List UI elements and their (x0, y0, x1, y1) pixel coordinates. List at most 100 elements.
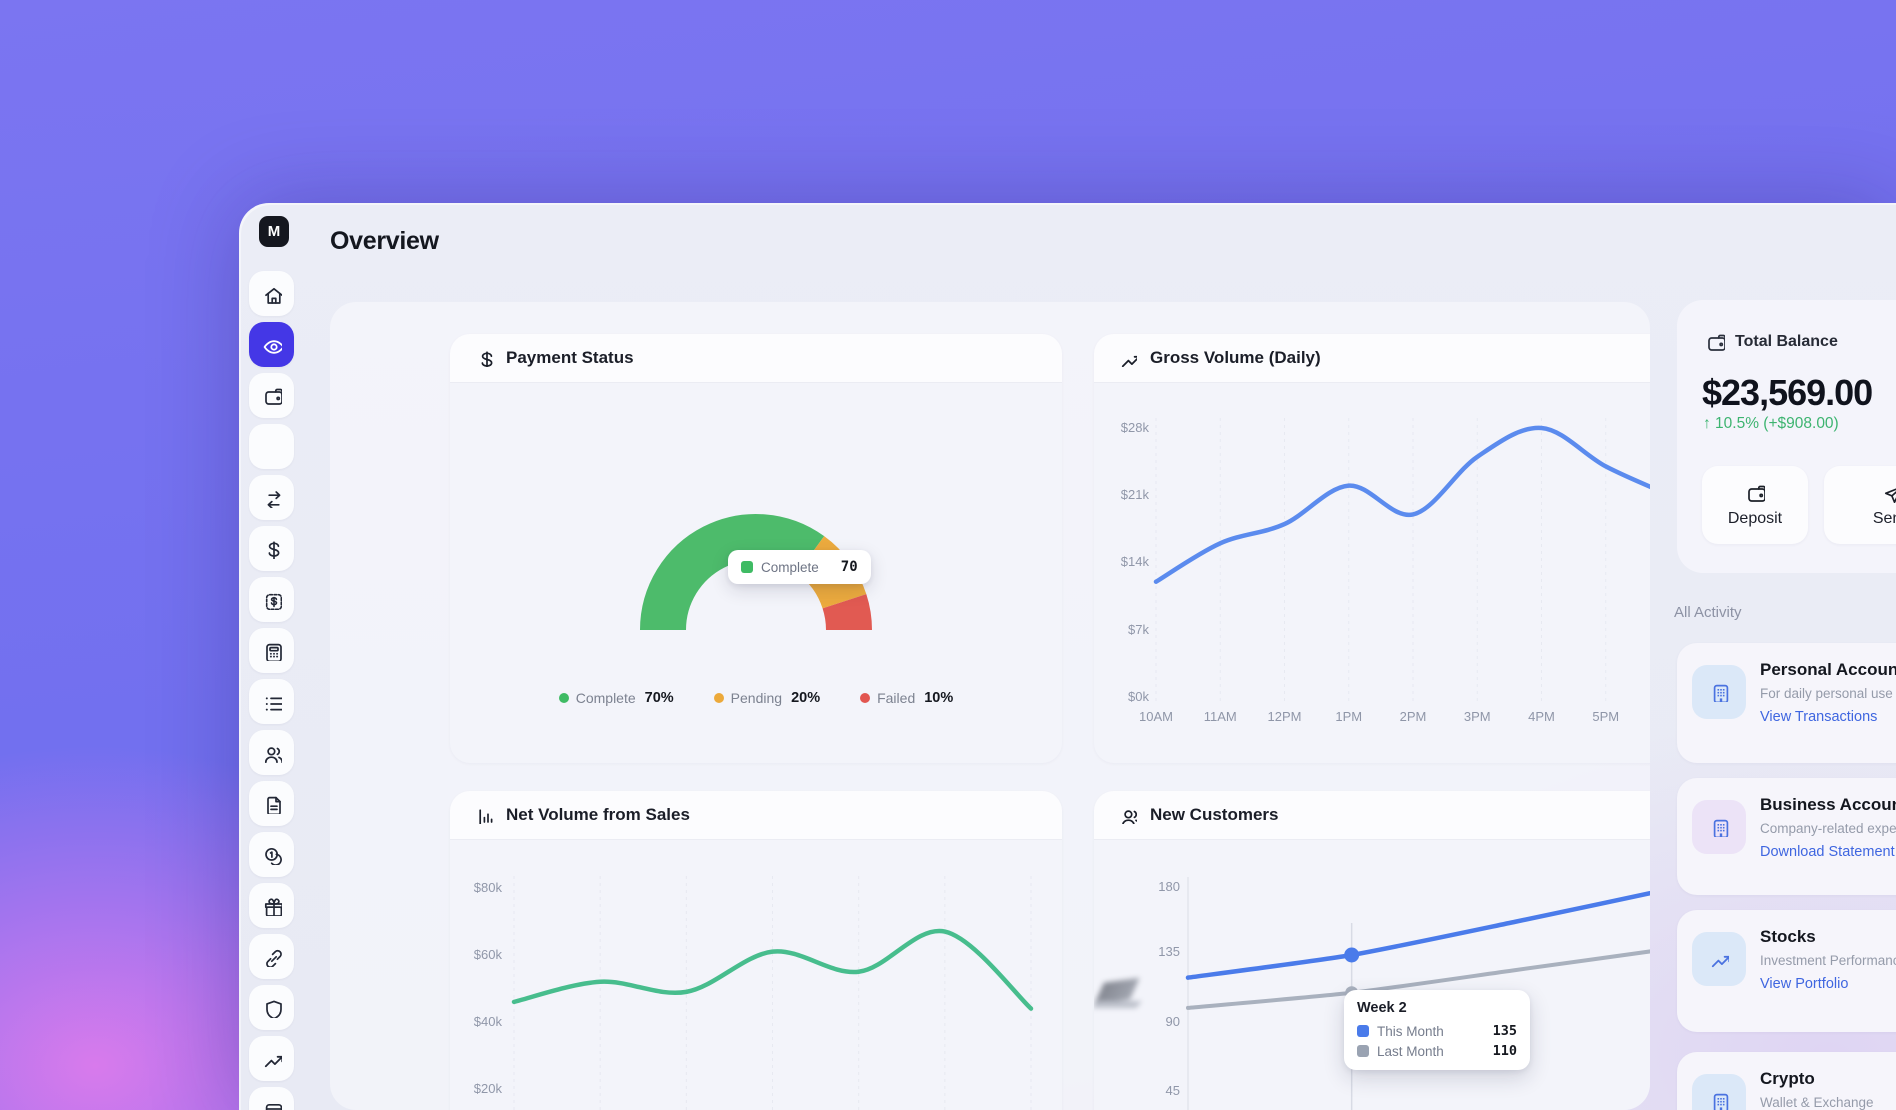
legend-label: Pending (731, 690, 782, 706)
sidebar-item-coins[interactable] (249, 832, 294, 877)
all-activity-heading: All Activity (1674, 604, 1742, 621)
net-volume-line-chart[interactable] (450, 839, 1062, 1110)
dollar-icon (262, 539, 282, 559)
legend-item-failed: Failed 10% (860, 690, 953, 706)
y-tick: 135 (1094, 944, 1180, 959)
legend-value: 70% (645, 690, 674, 706)
sidebar-item-calculator[interactable] (249, 628, 294, 673)
gross-volume-card: Gross Volume (Daily) $28k $21k $14k $7k … (1094, 334, 1650, 763)
sidebar-item-security[interactable] (249, 985, 294, 1030)
page-title: Overview (330, 227, 439, 256)
x-tick: 1PM (1325, 709, 1373, 724)
activity-subtitle: Company-related expenses (1760, 821, 1896, 836)
y-tick: 45 (1094, 1083, 1180, 1098)
list-icon (262, 692, 282, 712)
sidebar-item-customers[interactable] (249, 730, 294, 775)
sidebar-item-wallet[interactable] (249, 373, 294, 418)
home-icon (262, 284, 282, 304)
y-tick: $0k (1094, 689, 1149, 704)
send-button-label: Send (1873, 510, 1896, 528)
file-icon (262, 794, 282, 814)
wallet-icon (1745, 483, 1765, 503)
tooltip-row-this-month: This Month 135 (1357, 1023, 1517, 1039)
calc-icon (262, 641, 282, 661)
total-balance-card: Total Balance $23,569.00 ↑ 10.5% (+$908.… (1677, 300, 1896, 573)
failed-dot (860, 693, 870, 703)
sidebar-item-documents[interactable] (249, 781, 294, 826)
sidebar-item-archive[interactable] (249, 1087, 294, 1110)
sidebar-item-cards[interactable] (249, 424, 294, 469)
download-statement-link[interactable]: Download Statement (1760, 844, 1895, 860)
receipt-icon (262, 590, 282, 610)
sidebar-item-transfers[interactable] (249, 475, 294, 520)
week2-tooltip: Week 2 This Month 135 Last Month 110 (1344, 990, 1530, 1070)
sidebar-item-home[interactable] (249, 271, 294, 316)
y-tick: $28k (1094, 420, 1149, 435)
deposit-button[interactable]: Deposit (1702, 466, 1808, 544)
building-icon (1692, 1074, 1746, 1110)
legend-label: Failed (877, 690, 915, 706)
activity-card-business-account: Business Account Company-related expense… (1677, 778, 1896, 895)
app-window: M Overview Payment Status Complete 70 Co… (239, 203, 1896, 1110)
building-icon (1692, 665, 1746, 719)
y-tick: $40k (450, 1014, 502, 1029)
dollar-icon (475, 349, 493, 367)
balance-amount: $23,569.00 (1702, 372, 1872, 414)
y-tick: $7k (1094, 622, 1149, 637)
legend-value: 10% (924, 690, 953, 706)
view-portfolio-link[interactable]: View Portfolio (1760, 976, 1848, 992)
tooltip-label: Last Month (1377, 1044, 1485, 1059)
users-icon (262, 743, 282, 763)
balance-header: Total Balance (1705, 332, 1838, 352)
payment-status-card: Payment Status Complete 70 Complete 70% … (450, 334, 1062, 763)
bar-chart-icon (475, 806, 493, 824)
blur-artifact (1095, 981, 1143, 1015)
users-icon (1119, 806, 1137, 824)
sidebar-item-integrations[interactable] (249, 934, 294, 979)
coins-icon (262, 845, 282, 865)
credit-card-icon (262, 437, 282, 457)
activity-title: Crypto (1760, 1069, 1815, 1089)
trend-icon (262, 1049, 282, 1069)
eye-icon (262, 335, 282, 355)
dashboard-cards-container: Payment Status Complete 70 Complete 70% … (330, 302, 1650, 1110)
x-tick: 6PM (1646, 709, 1650, 724)
sidebar-item-payments[interactable] (249, 526, 294, 571)
activity-title: Stocks (1760, 927, 1816, 947)
sidebar-item-rewards[interactable] (249, 883, 294, 928)
complete-swatch (741, 561, 753, 573)
sidebar-item-analytics[interactable] (249, 1036, 294, 1081)
tooltip-title: Week 2 (1357, 1000, 1517, 1016)
legend-item-pending: Pending 20% (714, 690, 820, 706)
activity-subtitle: Investment Performance (1760, 953, 1896, 968)
new-customers-card: New Customers 180 135 90 45 Week 2 This … (1094, 791, 1650, 1110)
y-tick: 180 (1094, 879, 1180, 894)
net-volume-header: Net Volume from Sales (450, 791, 1062, 840)
legend-label: Complete (576, 690, 636, 706)
sidebar-item-transactions[interactable] (249, 679, 294, 724)
box-icon (262, 1100, 282, 1110)
x-tick: 10AM (1132, 709, 1180, 724)
link-icon (262, 947, 282, 967)
card-title: Gross Volume (Daily) (1150, 348, 1321, 368)
sidebar-item-invoices[interactable] (249, 577, 294, 622)
tooltip-value: 135 (1493, 1023, 1517, 1039)
x-tick: 4PM (1518, 709, 1566, 724)
gift-icon (262, 896, 282, 916)
app-logo[interactable]: M (259, 216, 289, 247)
send-button[interactable]: Send (1824, 466, 1896, 544)
this-month-swatch (1357, 1025, 1369, 1037)
trending-up-icon (1119, 349, 1137, 367)
payment-status-header: Payment Status (450, 334, 1062, 383)
tooltip-label: This Month (1377, 1024, 1485, 1039)
gross-volume-line-chart[interactable] (1094, 382, 1650, 763)
tooltip-label: Complete (761, 560, 819, 575)
legend-value: 20% (791, 690, 820, 706)
y-tick: 90 (1094, 1014, 1180, 1029)
sidebar-item-overview[interactable] (249, 322, 294, 367)
view-transactions-link[interactable]: View Transactions (1760, 709, 1877, 725)
y-tick: $80k (450, 880, 502, 895)
activity-card-crypto: Crypto Wallet & Exchange (1677, 1052, 1896, 1110)
y-tick: $14k (1094, 554, 1149, 569)
legend-item-complete: Complete 70% (559, 690, 674, 706)
